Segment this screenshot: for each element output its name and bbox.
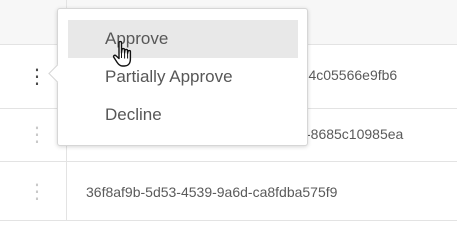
kebab-menu-icon[interactable]: ⋮ (27, 123, 47, 147)
menu-item-partially-approve[interactable]: Partially Approve (68, 58, 298, 96)
menu-item-decline[interactable]: Decline (68, 96, 298, 134)
table-row[interactable]: ⋮ 36f8af9b-5d53-4539-9a6d-ca8fdba575f9 (0, 162, 457, 221)
row-actions-menu: Approve Partially Approve Decline (48, 8, 308, 146)
menu-item-approve[interactable]: Approve (68, 20, 298, 58)
request-id-cell: 36f8af9b-5d53-4539-9a6d-ca8fdba575f9 (86, 184, 338, 200)
column-divider (66, 162, 67, 220)
request-id-cell: -8685c10985ea (306, 126, 404, 142)
request-id-cell: 2-4c05566e9fb6 (296, 67, 398, 83)
kebab-menu-icon[interactable]: ⋮ (27, 65, 47, 89)
kebab-menu-icon[interactable]: ⋮ (27, 180, 47, 204)
